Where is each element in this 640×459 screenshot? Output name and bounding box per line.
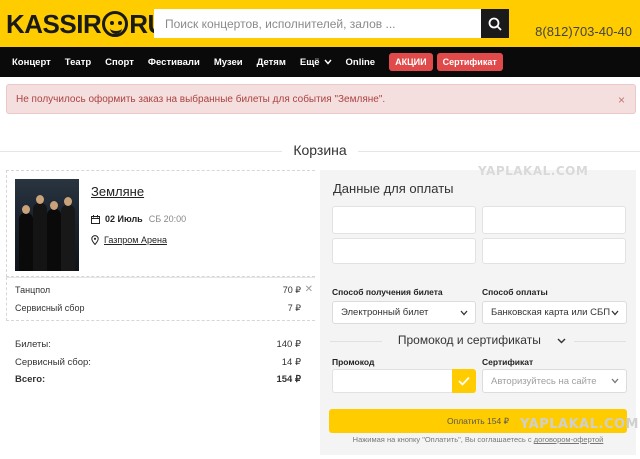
promo-section-label: Промокод и сертификаты [389,333,549,347]
certificate-placeholder: Авторизуйтесь на сайте [491,375,597,387]
search-button[interactable] [481,9,509,38]
ticket-label: Сервисный сбор [15,303,85,313]
delivery-method-label: Способ получения билета [332,287,443,297]
nav-item-theatre[interactable]: Театр [65,57,91,68]
total-row: Всего: 154 ₽ [15,374,301,385]
nav-item-concerts[interactable]: Концерт [12,57,51,68]
chevron-down-icon [611,378,619,384]
promo-code-label: Промокод [332,357,375,367]
contact-field-2[interactable] [482,206,626,234]
certificate-select[interactable]: Авторизуйтесь на сайте [482,369,627,393]
event-venue-name: Газпром Арена [104,235,167,245]
total-label: Всего: [15,374,46,385]
main-nav: Концерт Театр Спорт Фестивали Музеи Детя… [0,47,640,77]
chevron-down-icon [323,59,332,65]
delivery-method-value: Электронный билет [341,307,429,318]
chevron-down-icon [611,310,619,315]
chevron-down-icon [557,338,566,344]
payment-panel: Данные для оплаты Способ получения билет… [320,170,636,455]
nav-tag-certificate[interactable]: Сертификат [436,53,503,71]
ticket-price: 7 ₽ [287,303,301,313]
contact-field-3[interactable] [332,238,476,264]
watermark-bottom: YAPLAKAL.COM [520,417,639,432]
offer-agreement: Нажимая на кнопку "Оплатить", Вы соглаша… [320,435,636,444]
logo-text-left: KASSIR [6,8,102,39]
total-label: Сервисный сбор: [15,357,91,368]
watermark-top: YAPLAKAL.COM [478,164,589,178]
search-input[interactable] [154,9,481,38]
payment-title: Данные для оплаты [333,181,454,196]
nav-item-more[interactable]: Ещё [300,57,332,68]
total-value: 154 ₽ [276,374,301,385]
nav-item-kids[interactable]: Детям [257,57,286,68]
total-value: 140 ₽ [276,339,301,350]
total-row: Билеты: 140 ₽ [15,339,301,350]
event-date: 02 Июль СБ 20:00 [91,214,186,224]
error-alert: Не получилось оформить заказ на выбранны… [6,84,636,114]
calendar-icon [91,214,100,224]
nav-item-museums[interactable]: Музеи [214,57,243,68]
page-title: Корзина [0,142,640,160]
apply-promo-button[interactable] [452,369,476,393]
nav-tag-promotions[interactable]: АКЦИИ [389,53,433,71]
phone-number[interactable]: 8(812)703-40-40 [535,24,632,39]
ticket-label: Танцпол [15,285,51,295]
event-date-value: 02 Июль [105,214,143,224]
nav-item-sport[interactable]: Спорт [105,57,134,68]
cart-title: Корзина [282,142,358,158]
promo-toggle[interactable]: Промокод и сертификаты [381,333,575,347]
ticket-row: Сервисный сбор 7 ₽ [15,303,315,314]
ticket-price: 70 ₽ [282,285,301,295]
payment-method-label: Способ оплаты [482,287,548,297]
cart-ticket-list: Танцпол 70 ₽ ✕ Сервисный сбор 7 ₽ [6,277,315,321]
total-label: Билеты: [15,339,51,350]
total-row: Сервисный сбор: 14 ₽ [15,357,301,368]
event-venue-link[interactable]: Газпром Арена [91,235,167,245]
close-icon[interactable]: × [618,93,625,107]
checkmark-icon [458,376,470,386]
contact-field-1[interactable] [332,206,476,234]
nav-more-label: Ещё [299,56,320,68]
agree-text: Нажимая на кнопку "Оплатить", Вы соглаша… [352,435,534,444]
contact-field-4[interactable] [482,238,626,264]
location-pin-icon [91,235,99,245]
payment-method-select[interactable]: Банковская карта или СБП [482,301,627,324]
payment-method-value: Банковская карта или СБП [491,307,611,318]
ticket-row: Танцпол 70 ₽ ✕ [15,284,315,296]
logo-smiley-icon [102,11,129,37]
nav-item-online[interactable]: Online [346,57,376,68]
event-day-time: СБ 20:00 [148,214,187,224]
site-header: KASSIR RU 8(812)703-40-40 [0,0,640,47]
search-icon [488,17,502,31]
delivery-method-select[interactable]: Электронный билет [332,301,476,324]
alert-message: Не получилось оформить заказ на выбранны… [16,93,386,105]
promo-code-input[interactable] [332,369,452,393]
total-value: 14 ₽ [281,357,301,368]
remove-ticket-icon[interactable]: ✕ [305,284,313,295]
cart-event-card: Земляне 02 Июль СБ 20:00 Газпром Арена [6,170,315,277]
event-poster[interactable] [15,179,79,271]
site-logo[interactable]: KASSIR RU [6,8,166,40]
chevron-down-icon [460,310,468,315]
event-title-link[interactable]: Земляне [91,184,144,199]
offer-link[interactable]: договором-офертой [534,435,604,444]
promo-section-header: Промокод и сертификаты [320,333,636,347]
nav-item-festivals[interactable]: Фестивали [148,57,200,68]
search-bar [154,9,509,38]
certificate-label: Сертификат [482,357,534,367]
